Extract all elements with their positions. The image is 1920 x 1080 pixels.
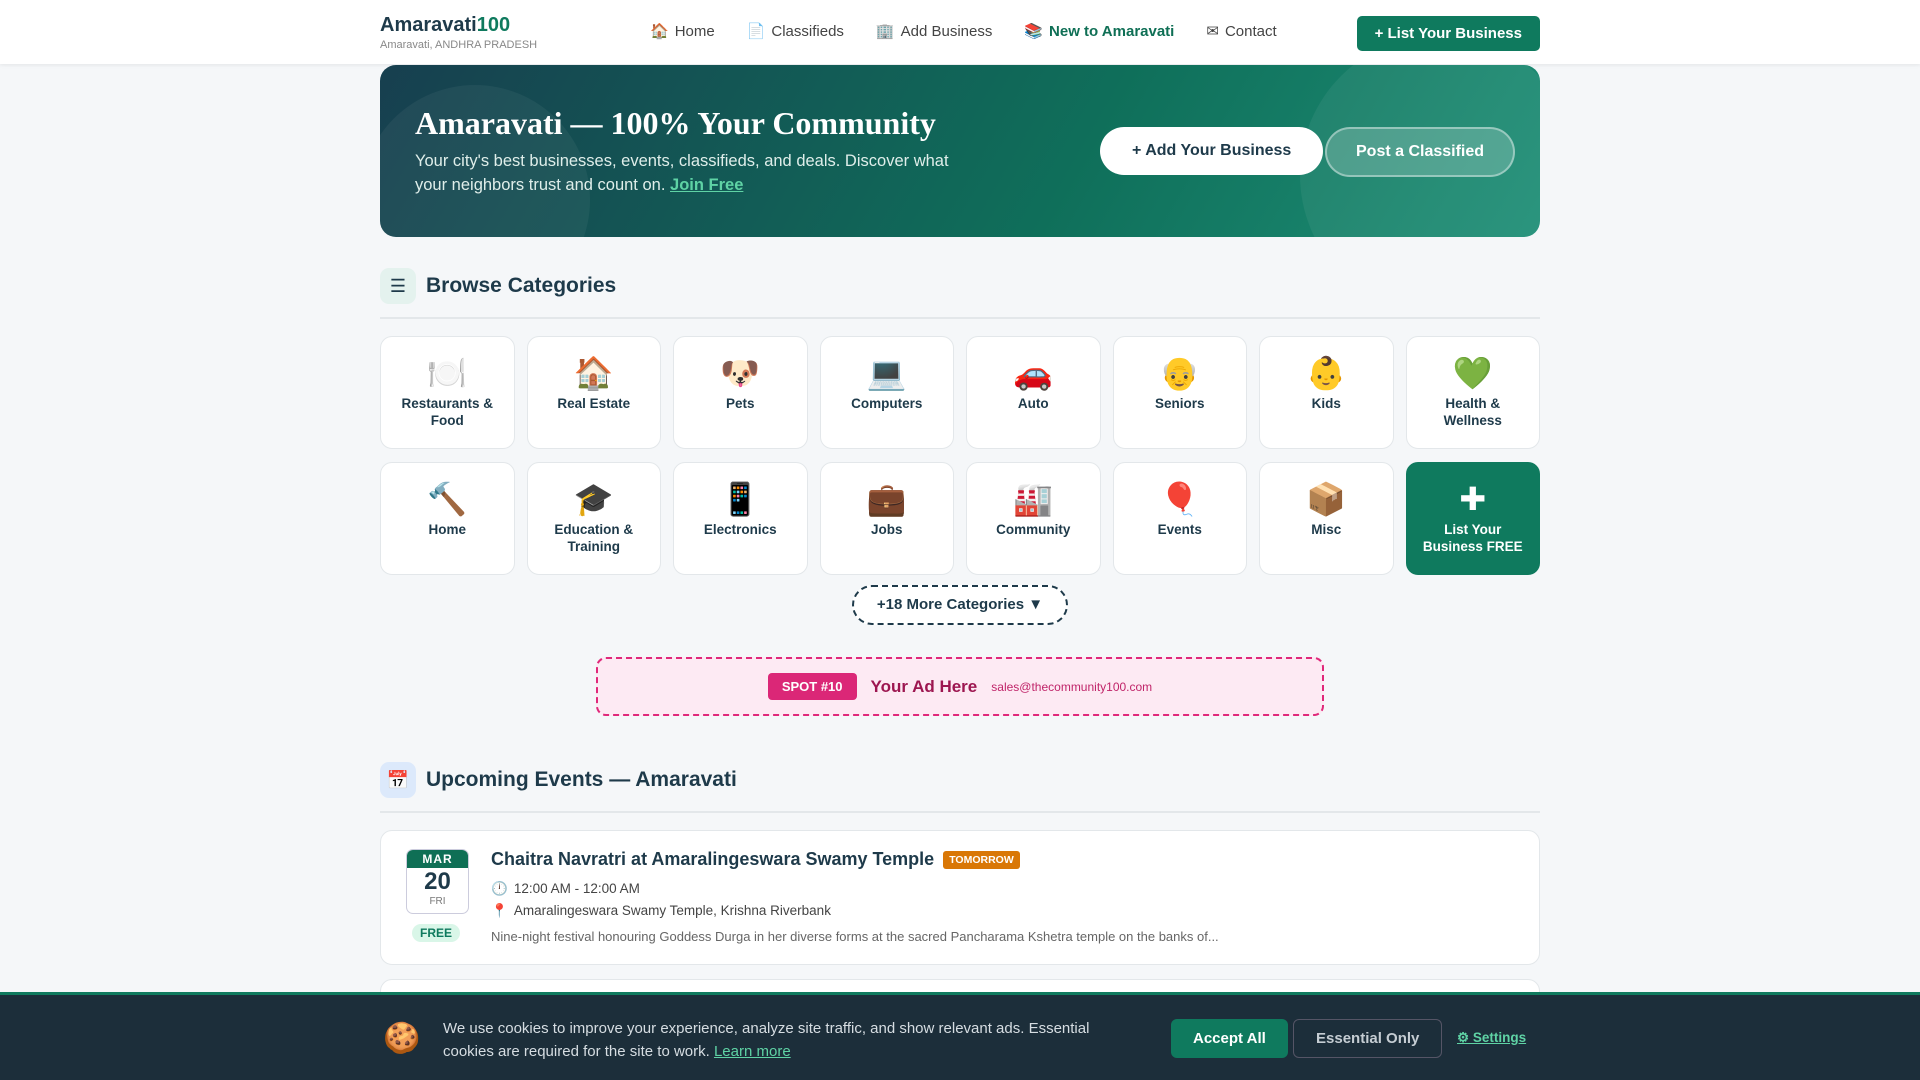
category-icon: 🐶 bbox=[720, 355, 761, 391]
list-business-free-card[interactable]: ✚ List Your Business FREE bbox=[1405, 462, 1540, 575]
learn-more-link[interactable]: Learn more bbox=[714, 1043, 791, 1060]
category-icon: 💼 bbox=[866, 481, 907, 517]
price-badge: FREE bbox=[412, 924, 461, 942]
category-icon: 🏠 bbox=[573, 355, 614, 391]
cookie-settings-link[interactable]: ⚙ Settings bbox=[1457, 1030, 1526, 1046]
books-icon: 📚 bbox=[1024, 23, 1044, 40]
nav-home[interactable]: 🏠 Home bbox=[650, 22, 715, 41]
location-label: Amaravati, ANDHRA PRADESH bbox=[380, 39, 538, 51]
cookie-icon: 🍪 bbox=[383, 1022, 421, 1055]
category-label: Jobs bbox=[870, 522, 903, 537]
category-icon: 🎓 bbox=[573, 481, 614, 517]
category-card[interactable]: 🏭 Community bbox=[966, 462, 1101, 575]
event-location: 📍 Amaralingeswara Swamy Temple, Krishna R… bbox=[491, 903, 831, 918]
ad-spot[interactable]: SPOT #10 Your Ad Here sales@thecommunity… bbox=[596, 657, 1324, 716]
category-icon: 🔨 bbox=[427, 481, 468, 517]
category-card[interactable]: 📦 Misc bbox=[1259, 462, 1394, 575]
category-label: Kids bbox=[1311, 396, 1341, 411]
category-icon: 🍽️ bbox=[427, 355, 468, 391]
category-icon: 🎈 bbox=[1159, 481, 1200, 517]
nav-contact[interactable]: ✉ Contact bbox=[1206, 22, 1276, 41]
category-icon: 👴 bbox=[1159, 355, 1200, 391]
category-card[interactable]: 🍽️ Restaurants & Food bbox=[380, 336, 515, 449]
category-card[interactable]: 🚗 Auto bbox=[966, 336, 1101, 449]
logo[interactable]: Amaravati100 Amaravati, ANDHRA PRADESH bbox=[380, 14, 537, 51]
calendar-icon: 📅 bbox=[380, 762, 416, 798]
category-card[interactable]: 💼 Jobs bbox=[819, 462, 954, 575]
ad-email[interactable]: sales@thecommunity100.com bbox=[991, 680, 1152, 694]
hero-text: Your city's best businesses, events, cla… bbox=[415, 152, 949, 194]
category-label: Real Estate bbox=[557, 396, 631, 411]
events-header: 📅 Upcoming Events — Amaravati bbox=[380, 762, 1540, 813]
event-title[interactable]: Chaitra Navratri at Amaralingeswara Swam… bbox=[491, 849, 934, 870]
post-classified-button[interactable]: Post a Classified bbox=[1325, 127, 1516, 177]
category-card[interactable]: 💚 Health & Wellness bbox=[1405, 336, 1540, 449]
category-label: Home bbox=[428, 522, 466, 537]
event-card[interactable]: MAR 20 FRI FREE Chaitra Navratri at Amar… bbox=[380, 830, 1540, 965]
spot-badge: SPOT #10 bbox=[767, 673, 857, 700]
category-icon: 📦 bbox=[1306, 481, 1347, 517]
category-label: Health & Wellness bbox=[1443, 396, 1502, 428]
category-grid: 🍽️ Restaurants & Food 🏠 Real Estate 🐶 Pets 💻 Co… bbox=[380, 336, 1540, 575]
site-header: Amaravati100 Amaravati, ANDHRA PRADESH 🏠… bbox=[0, 0, 1920, 64]
add-business-button[interactable]: + Add Your Business bbox=[1100, 127, 1324, 175]
document-icon: 📄 bbox=[746, 23, 766, 40]
category-card[interactable]: 📱 Electronics bbox=[673, 462, 808, 575]
category-card[interactable]: 🔨 Home bbox=[380, 462, 515, 575]
category-icon: 💚 bbox=[1452, 355, 1493, 391]
pin-icon: 📍 bbox=[491, 903, 508, 918]
category-label: Electronics bbox=[703, 522, 777, 537]
category-icon: 🚗 bbox=[1013, 355, 1054, 391]
category-label: Seniors bbox=[1154, 396, 1205, 411]
category-card[interactable]: 🎓 Education & Training bbox=[526, 462, 661, 575]
hero-banner: Amaravati — 100% Your Community Your cit… bbox=[380, 65, 1540, 237]
category-label: Community bbox=[996, 522, 1071, 537]
join-free-link[interactable]: Join Free bbox=[670, 176, 743, 194]
category-card[interactable]: 💻 Computers bbox=[819, 336, 954, 449]
category-label: Education & Training bbox=[554, 522, 634, 554]
more-categories-button[interactable]: +18 More Categories ▼ bbox=[852, 585, 1068, 625]
category-label: Auto bbox=[1017, 396, 1049, 411]
tomorrow-badge: TOMORROW bbox=[943, 850, 1020, 869]
category-card[interactable]: 🏠 Real Estate bbox=[526, 336, 661, 449]
home-icon: 🏠 bbox=[650, 23, 669, 40]
categories-header: ☰ Browse Categories bbox=[380, 268, 1540, 319]
cookie-banner: 🍪 We use cookies to improve your experie… bbox=[0, 992, 1920, 1080]
cookie-text: We use cookies to improve your experienc… bbox=[443, 1020, 1090, 1060]
category-label: Events bbox=[1157, 522, 1202, 537]
nav-new-to-amaravati[interactable]: 📚 New to Amaravati bbox=[1024, 22, 1174, 41]
category-icon: 🏭 bbox=[1013, 481, 1054, 517]
accept-all-button[interactable]: Accept All bbox=[1171, 1019, 1288, 1058]
event-time: 🕛 12:00 AM - 12:00 AM bbox=[491, 881, 640, 896]
nav-classifieds[interactable]: 📄 Classifieds bbox=[746, 22, 844, 41]
category-icon: 📱 bbox=[720, 481, 761, 517]
category-card[interactable]: 🎈 Events bbox=[1112, 462, 1247, 575]
category-card[interactable]: 👴 Seniors bbox=[1112, 336, 1247, 449]
menu-icon: ☰ bbox=[380, 268, 416, 304]
section-title: Upcoming Events — Amaravati bbox=[426, 768, 737, 791]
envelope-icon: ✉ bbox=[1206, 23, 1219, 40]
hero-title: Amaravati — 100% Your Community bbox=[415, 105, 936, 141]
category-label: Computers bbox=[851, 396, 923, 411]
nav-add-business[interactable]: 🏢 Add Business bbox=[875, 22, 992, 41]
event-date: MAR 20 FRI bbox=[406, 849, 469, 914]
category-icon: 💻 bbox=[866, 355, 907, 391]
category-label: Restaurants & Food bbox=[401, 396, 494, 428]
building-icon: 🏢 bbox=[875, 23, 895, 40]
ad-text: Your Ad Here bbox=[870, 676, 978, 696]
category-card[interactable]: 👶 Kids bbox=[1259, 336, 1394, 449]
category-label: Pets bbox=[725, 396, 755, 411]
event-description: Nine-night festival honouring Goddess Du… bbox=[491, 929, 1219, 944]
clock-icon: 🕛 bbox=[491, 881, 508, 896]
category-card[interactable]: 🐶 Pets bbox=[673, 336, 808, 449]
category-icon: 👶 bbox=[1306, 355, 1347, 391]
essential-only-button[interactable]: Essential Only bbox=[1293, 1019, 1443, 1058]
plus-icon: ✚ bbox=[1459, 481, 1487, 517]
section-title: Browse Categories bbox=[426, 274, 617, 297]
list-business-button[interactable]: + List Your Business bbox=[1356, 16, 1540, 51]
category-label: Misc bbox=[1311, 522, 1342, 537]
main-nav: 🏠 Home 📄 Classifieds 🏢 Add Business 📚 New to… bbox=[650, 22, 1277, 41]
category-label: List Your Business FREE bbox=[1422, 522, 1523, 554]
